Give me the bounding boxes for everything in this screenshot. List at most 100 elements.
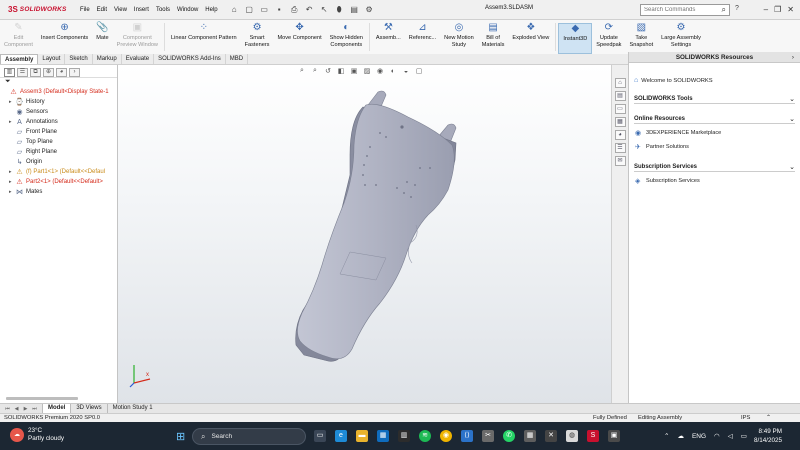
search-commands[interactable]: ⌕ [640,4,730,16]
expand-arrow-icon[interactable]: › [69,68,80,77]
clock[interactable]: 8:49 PM 8/14/2025 [754,427,782,445]
update-speedpak-button[interactable]: ⟳ Update Speedpak [592,23,625,49]
taskbar-search[interactable]: ⌕ Search [192,428,306,445]
save-icon[interactable]: ▪ [275,5,284,14]
horizontal-scrollbar[interactable] [6,397,78,400]
show-hidden-components-button[interactable]: ◐ Show Hidden Components [326,23,367,49]
options-icon[interactable]: ⚙ [365,5,374,14]
bottom-tab-3d-views[interactable]: 3D Views [70,404,106,413]
language-indicator[interactable]: ENG [692,433,706,440]
menu-edit[interactable]: Edit [97,7,107,13]
units-system[interactable]: IPS [741,414,750,422]
graphics-area[interactable]: ⌕ ⌕ ↺ ◧ ▣ ▨ ◉ ◐ ◒ ▢ x [118,65,611,403]
tab-mbd[interactable]: MBD [226,54,249,64]
bottom-tab-motion-study-1[interactable]: Motion Study 1 [106,404,158,413]
open-icon[interactable]: ▭ [260,5,269,14]
last-tab-icon[interactable]: ⏭ [31,406,38,412]
menu-tools[interactable]: Tools [156,7,170,13]
windows-start-icon[interactable]: ⊞ [176,430,185,443]
search-input[interactable] [644,7,714,13]
design-library-tab-icon[interactable]: ▤ [614,91,626,101]
settings-app-icon[interactable]: ◍ [566,430,578,442]
weather-widget[interactable]: ☁ 23°C Partly cloudy [10,427,64,443]
file-properties-icon[interactable]: ▤ [350,5,359,14]
section-subscription-services[interactable]: Subscription Services ⌄ [634,162,795,172]
rebuild-icon[interactable]: ⬮ [335,5,344,14]
chevron-down-icon[interactable]: ⌄ [789,115,795,123]
feature-tree-tab-icon[interactable]: ▥ [4,68,15,77]
part-model[interactable] [118,65,611,403]
file-explorer-icon[interactable]: ▬ [356,430,368,442]
first-tab-icon[interactable]: ⏮ [4,406,11,412]
tree-item-assem3-default-display-s[interactable]: ⚠ Assem3 (Default<Display State-1 [3,87,117,97]
dimxpert-tab-icon[interactable]: ⊕ [43,68,54,77]
chrome-icon[interactable]: ◉ [440,430,452,442]
calculator-icon[interactable]: ▦ [524,430,536,442]
help-icon[interactable]: ? [735,5,739,12]
take-snapshot-button[interactable]: ▧ Take Snapshot [625,23,657,49]
view-palette-tab-icon[interactable]: ▦ [614,117,626,127]
menu-help[interactable]: Help [205,7,217,13]
prev-tab-icon[interactable]: ◀ [13,406,20,412]
chevron-down-icon[interactable]: ⌄ [789,95,795,103]
home-icon[interactable]: ⌂ [230,5,239,14]
filter-icon[interactable]: ⏷ [0,78,117,87]
home-tab-icon[interactable]: ⌂ [614,78,626,88]
next-tab-icon[interactable]: ▶ [22,406,29,412]
tree-item-top-plane[interactable]: ▱ Top Plane [3,137,117,147]
spotify-icon[interactable]: ≋ [419,430,431,442]
configuration-manager-tab-icon[interactable]: ⧉ [30,68,41,77]
tree-item-sensors[interactable]: ◉ Sensors [3,107,117,117]
chevron-down-icon[interactable]: ⌄ [789,163,795,171]
status-expand-icon[interactable]: ⌃ [766,414,771,422]
cloud-icon[interactable]: ☁ [677,432,684,440]
tree-item-right-plane[interactable]: ▱ Right Plane [3,147,117,157]
edge-icon[interactable]: e [335,430,347,442]
link-subscription-services[interactable]: ◈ Subscription Services [635,176,800,186]
link-3dexperience-marketplace[interactable]: ◉ 3DEXPERIENCE Marketplace [635,128,800,138]
print-icon[interactable]: ⎙ [290,5,299,14]
link-partner-solutions[interactable]: ✈ Partner Solutions [635,142,800,152]
task-view-icon[interactable]: ▭ [314,430,326,442]
app-icon-2[interactable]: ✕ [545,430,557,442]
minimize-icon[interactable]: – [764,5,768,14]
component-preview-window-button[interactable]: ▣ Component Preview Window [113,23,162,49]
tree-item-origin[interactable]: ↳ Origin [3,157,117,167]
tray-overflow-icon[interactable]: ⌃ [664,432,669,440]
store-icon[interactable]: ▦ [377,430,389,442]
restore-icon[interactable]: ❐ [774,5,781,14]
tab-layout[interactable]: Layout [38,54,66,64]
mate-button[interactable]: 📎 Mate [92,23,112,42]
move-component-button[interactable]: ✥ Move Component [273,23,325,42]
tab-evaluate[interactable]: Evaluate [122,54,155,64]
referenc-button[interactable]: ⊿ Referenc... [405,23,440,42]
property-manager-tab-icon[interactable]: ☰ [17,68,28,77]
undo-icon[interactable]: ↶ [305,5,314,14]
tree-item-front-plane[interactable]: ▱ Front Plane [3,127,117,137]
exploded-view-button[interactable]: ❖ Exploded View [508,23,553,42]
edit-component-button[interactable]: ✎ Edit Component [0,23,37,49]
battery-icon[interactable]: ▭ [741,432,747,440]
linear-component-pattern-button[interactable]: ⁘ Linear Component Pattern [167,23,241,42]
insert-components-button[interactable]: ⊕ Insert Components [37,23,92,42]
search-icon[interactable]: ⌕ [722,5,726,15]
photos-icon[interactable]: ▣ [608,430,620,442]
menu-view[interactable]: View [114,7,127,13]
new-document-icon[interactable]: ▢ [245,5,254,14]
tree-item-annotations[interactable]: ▸ A Annotations [3,117,117,127]
movies-icon[interactable]: ▥ [398,430,410,442]
bottom-tab-model[interactable]: Model [42,404,71,413]
assemb-button[interactable]: ⚒ Assemb... [372,23,405,42]
section-online-resources[interactable]: Online Resources ⌄ [634,114,795,124]
large-assembly-settings-button[interactable]: ⚙ Large Assembly Settings [657,23,705,49]
welcome-link[interactable]: ⌂ Welcome to SOLIDWORKS [634,77,800,84]
smart-fasteners-button[interactable]: ⚙ Smart Fasteners [241,23,274,49]
snipping-tool-icon[interactable]: ✂ [482,430,494,442]
solidworks-logo[interactable]: 3S SOLIDWORKS [0,5,72,14]
instant3d-button[interactable]: ◆ Instant3D [558,23,593,54]
tree-item-mates[interactable]: ▸ ⋈ Mates [3,187,117,197]
file-explorer-tab-icon[interactable]: ▭ [614,104,626,114]
tab-sketch[interactable]: Sketch [65,54,93,64]
tab-solidworks-add-ins[interactable]: SOLIDWORKS Add-Ins [154,54,226,64]
new-motion-study-button[interactable]: ◎ New Motion Study [440,23,478,49]
